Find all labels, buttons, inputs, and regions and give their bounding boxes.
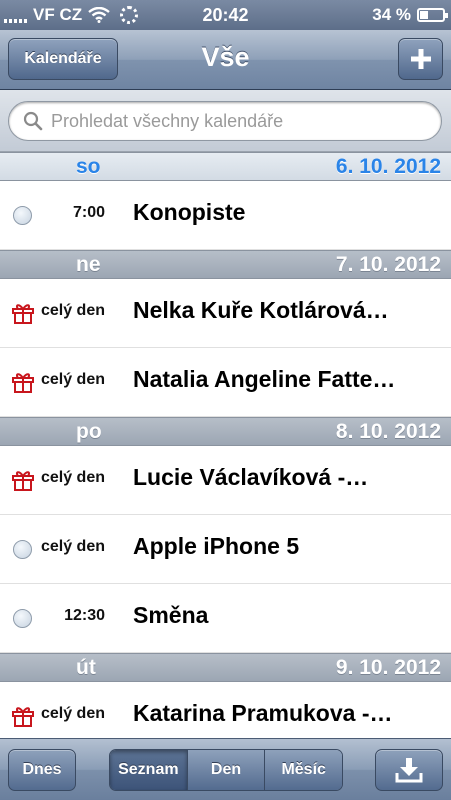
event-row[interactable]: celý den Nelka Kuře Kotlárová… xyxy=(0,279,451,348)
section-header: ne 7. 10. 2012 xyxy=(0,250,451,279)
view-mode-segmented-control: Seznam Den Měsíc xyxy=(109,749,343,791)
event-marker xyxy=(11,469,35,496)
event-marker xyxy=(11,302,35,329)
event-row[interactable]: 12:30 Směna xyxy=(0,584,451,653)
event-time: 12:30 xyxy=(64,607,105,624)
status-right: 34 % xyxy=(372,5,448,25)
segment-list[interactable]: Seznam xyxy=(110,750,188,790)
section-header: po 8. 10. 2012 xyxy=(0,417,451,446)
event-row[interactable]: celý den Lucie Václavíková -… xyxy=(0,446,451,515)
section-date: 8. 10. 2012 xyxy=(335,420,441,443)
event-marker xyxy=(11,705,35,732)
section-date: 7. 10. 2012 xyxy=(335,253,441,276)
event-marker xyxy=(13,540,32,559)
plus-icon xyxy=(410,49,431,69)
gift-icon xyxy=(12,471,34,491)
calendar-dot-icon xyxy=(13,206,32,225)
section-header: so 6. 10. 2012 xyxy=(0,152,451,181)
event-title: Směna xyxy=(133,602,209,628)
page-title: Vše xyxy=(201,42,250,72)
event-row[interactable]: celý den Katarina Pramukova -… xyxy=(0,682,451,738)
battery-percent: 34 % xyxy=(372,5,411,24)
gift-icon xyxy=(12,304,34,324)
gift-icon xyxy=(12,373,34,393)
search-input[interactable] xyxy=(51,110,421,132)
search-field[interactable] xyxy=(8,101,442,141)
event-marker xyxy=(13,206,32,225)
event-time: celý den xyxy=(40,538,105,555)
section-header: út 9. 10. 2012 xyxy=(0,653,451,682)
event-time: celý den xyxy=(40,302,105,319)
download-tray-icon xyxy=(395,758,423,783)
battery-icon xyxy=(417,8,448,22)
section-day: so xyxy=(76,155,101,178)
event-title: Lucie Václavíková -… xyxy=(133,464,369,490)
event-list[interactable]: so 6. 10. 2012 7:00 Konopiste ne 7. 10. 2012 c… xyxy=(0,152,451,738)
event-time: celý den xyxy=(40,371,105,388)
event-time: celý den xyxy=(40,705,105,722)
event-row[interactable]: celý den Natalia Angeline Fatte… xyxy=(0,348,451,417)
section-day: út xyxy=(76,656,96,679)
event-row[interactable]: 7:00 Konopiste xyxy=(0,181,451,250)
section-date: 6. 10. 2012 xyxy=(335,155,441,178)
event-row[interactable]: celý den Apple iPhone 5 xyxy=(0,515,451,584)
bottom-toolbar: Dnes Seznam Den Měsíc xyxy=(0,738,451,800)
section-date: 9. 10. 2012 xyxy=(335,656,441,679)
event-time: celý den xyxy=(40,469,105,486)
battery-fill xyxy=(420,11,428,19)
add-event-button[interactable] xyxy=(398,38,443,80)
segment-day[interactable]: Den xyxy=(187,750,266,790)
search-bar xyxy=(0,90,451,152)
navigation-bar: Kalendáře Vše xyxy=(0,30,451,90)
event-marker xyxy=(13,609,32,628)
event-time: 7:00 xyxy=(72,204,105,221)
event-marker xyxy=(11,371,35,398)
section-day: ne xyxy=(76,253,101,276)
event-title: Nelka Kuře Kotlárová… xyxy=(133,297,389,323)
inbox-button[interactable] xyxy=(375,749,443,791)
event-title: Katarina Pramukova -… xyxy=(133,700,393,726)
gift-icon xyxy=(12,707,34,727)
status-bar: VF CZ 20:42 34 % xyxy=(0,0,451,30)
event-title: Natalia Angeline Fatte… xyxy=(133,366,396,392)
calendar-dot-icon xyxy=(13,609,32,628)
segment-month[interactable]: Měsíc xyxy=(265,750,342,790)
event-title: Apple iPhone 5 xyxy=(133,533,300,559)
event-title: Konopiste xyxy=(133,199,246,225)
section-day: po xyxy=(76,420,102,443)
calendar-dot-icon xyxy=(13,540,32,559)
search-icon xyxy=(23,111,43,131)
today-button[interactable]: Dnes xyxy=(8,749,76,791)
